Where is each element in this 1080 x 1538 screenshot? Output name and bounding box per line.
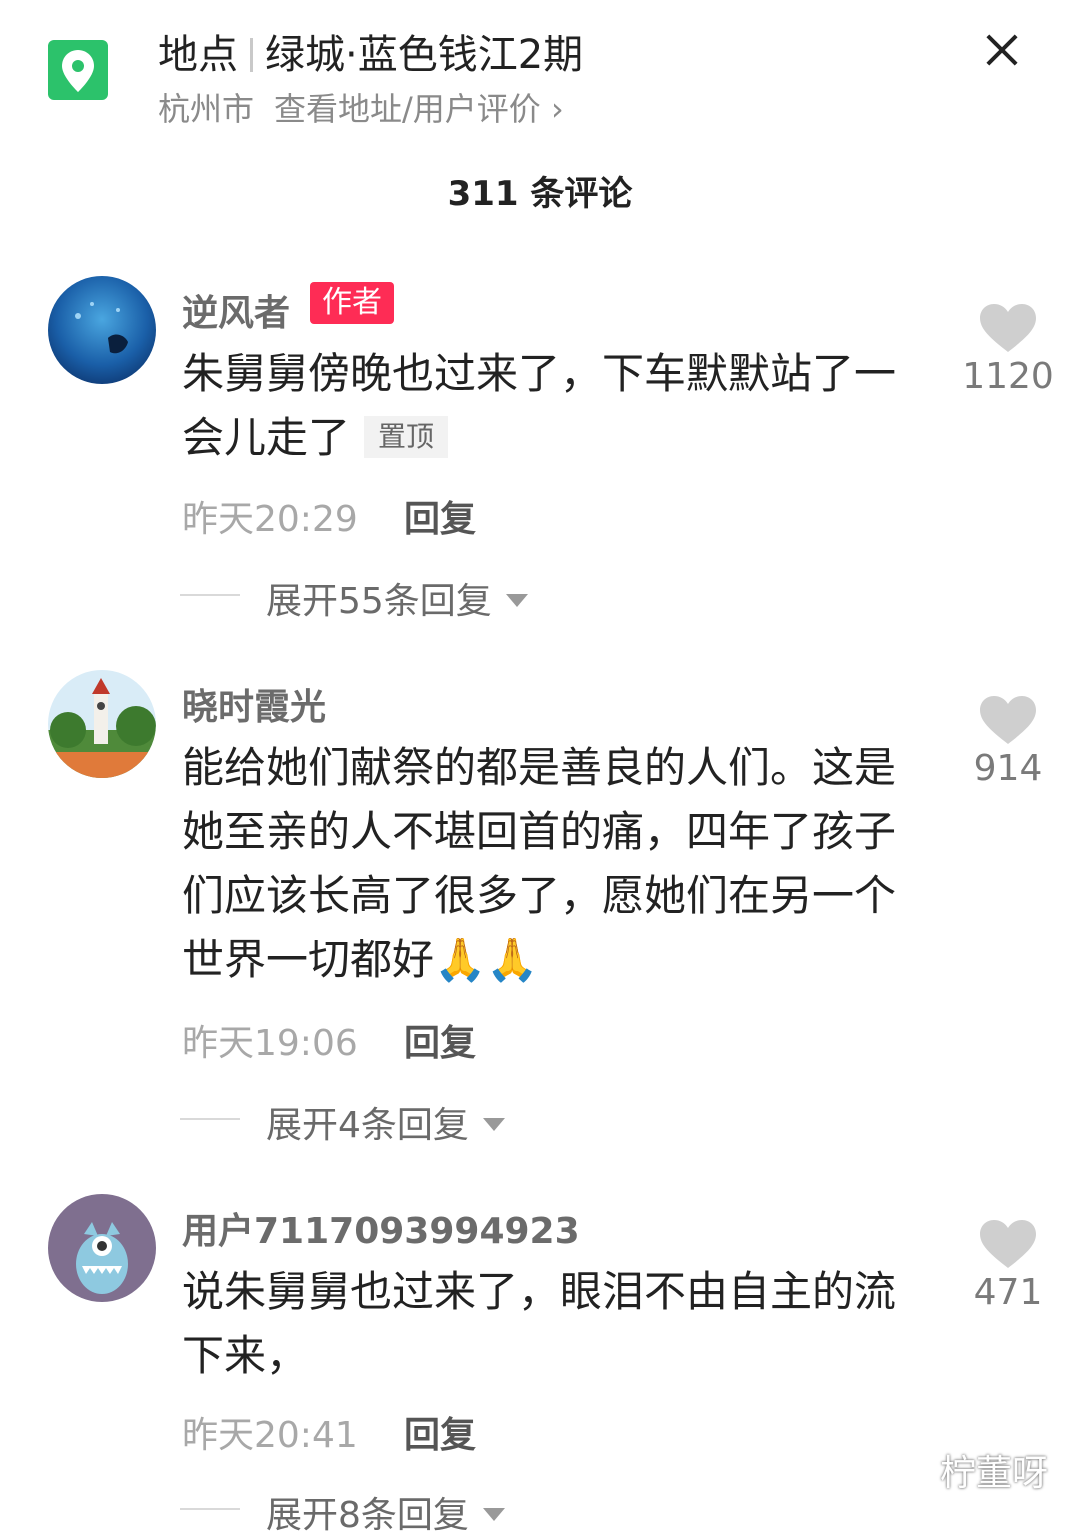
- comments-count: 311 条评论: [447, 174, 633, 214]
- location-city: 杭州市: [158, 90, 255, 128]
- comment-text: 能给她们献祭的都是善良的人们。这是她至亲的人不堪回首的痛，四年了孩子们应该长高了…: [182, 736, 912, 992]
- like-button[interactable]: 1120: [960, 304, 1056, 397]
- like-count: 1120: [962, 356, 1054, 397]
- comment-time: 昨天20:29: [182, 499, 358, 540]
- location-title: 地点 绿城·蓝色钱江2期: [158, 22, 583, 80]
- expand-replies-label: 展开8条回复: [266, 1486, 505, 1538]
- avatar[interactable]: [48, 1194, 156, 1302]
- comment-body: 朱舅舅傍晚也过来了，下车默默站了一会儿走了: [182, 349, 897, 462]
- chevron-down-icon: [505, 594, 528, 607]
- like-button[interactable]: 471: [960, 1220, 1056, 1313]
- author-badge: 作者: [310, 282, 394, 324]
- location-pin-icon: [48, 40, 108, 100]
- expand-replies-label: 展开4条回复: [266, 1096, 505, 1148]
- reply-button[interactable]: 回复: [404, 490, 476, 542]
- heart-icon: [980, 304, 1036, 352]
- comment-text: 朱舅舅傍晚也过来了，下车默默站了一会儿走了 置顶: [182, 342, 912, 470]
- comment-body: 能给她们献祭的都是善良的人们。这是她至亲的人不堪回首的痛，四年了孩子们应该长高了…: [182, 743, 897, 984]
- close-icon[interactable]: [980, 28, 1024, 72]
- comment-time: 昨天20:41: [182, 1415, 358, 1456]
- heart-icon: [980, 696, 1036, 744]
- location-header[interactable]: 地点 绿城·蓝色钱江2期 杭州市 查看地址/用户评价 ›: [0, 0, 1080, 150]
- divider: [180, 594, 240, 596]
- avatar[interactable]: [48, 276, 156, 384]
- divider: [180, 1118, 240, 1120]
- chevron-down-icon: [482, 1118, 505, 1131]
- chevron-down-icon: [482, 1508, 505, 1521]
- like-count: 471: [973, 1272, 1043, 1313]
- username[interactable]: 用户7117093994923: [182, 1202, 580, 1254]
- location-label: 地点: [158, 32, 238, 78]
- location-name: 绿城·蓝色钱江2期: [265, 32, 584, 78]
- username[interactable]: 晓时霞光: [182, 678, 326, 730]
- comment-body: 说朱舅舅也过来了，眼泪不由自主的流下来，: [182, 1267, 897, 1380]
- divider: [180, 1508, 240, 1510]
- avatar[interactable]: [48, 670, 156, 778]
- heart-icon: [980, 1220, 1036, 1268]
- like-count: 914: [973, 748, 1043, 789]
- expand-replies-label: 展开55条回复: [266, 572, 528, 624]
- comment-text: 说朱舅舅也过来了，眼泪不由自主的流下来，: [182, 1260, 912, 1388]
- comment-time: 昨天19:06: [182, 1023, 358, 1064]
- watermark: 柠董呀: [940, 1453, 1049, 1494]
- username[interactable]: 逆风者: [182, 284, 290, 336]
- pinned-tag: 置顶: [364, 416, 449, 458]
- location-subtitle: 杭州市 查看地址/用户评价 ›: [158, 84, 564, 130]
- divider: [250, 38, 253, 72]
- reply-button[interactable]: 回复: [404, 1014, 476, 1066]
- reply-button[interactable]: 回复: [404, 1406, 476, 1458]
- like-button[interactable]: 914: [960, 696, 1056, 789]
- view-address-link[interactable]: 查看地址/用户评价 ›: [274, 90, 564, 128]
